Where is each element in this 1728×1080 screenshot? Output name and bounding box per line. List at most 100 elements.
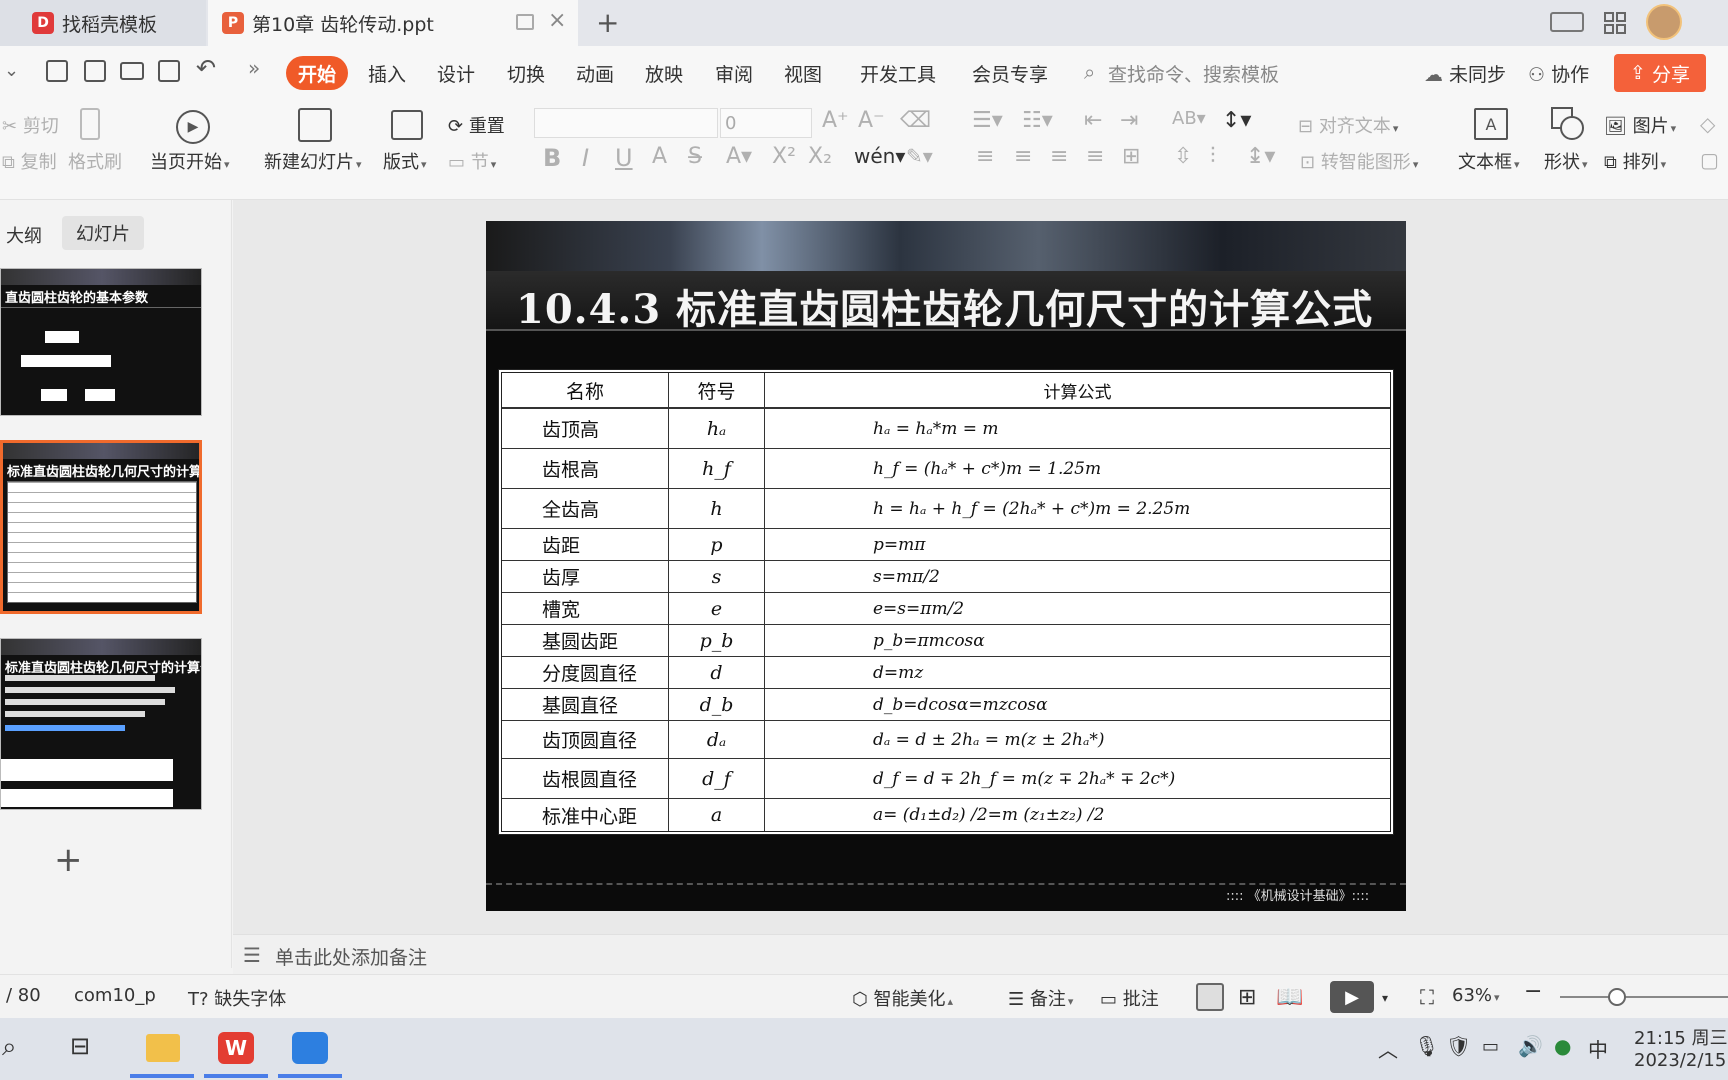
play-slideshow-button[interactable]: ▶ [1330, 981, 1374, 1013]
ime-indicator[interactable]: 中 [1588, 1034, 1608, 1063]
columns-icon[interactable]: ⫶ [1210, 144, 1216, 169]
decrease-indent-icon[interactable]: ⇤ [1084, 108, 1102, 133]
collab-button[interactable]: ⚇ 协作 [1528, 60, 1589, 87]
shrink-font-icon[interactable]: A⁻ [858, 108, 885, 133]
textbox-button[interactable]: 文本框 ▾ [1458, 148, 1520, 174]
fill-icon[interactable]: ◇ [1700, 112, 1715, 136]
sorter-view-icon[interactable]: ⊞ [1238, 985, 1256, 1010]
notes-pane[interactable]: ☰ 单击此处添加备注 [233, 934, 1728, 974]
slides-tab[interactable]: 幻灯片 [62, 216, 144, 250]
close-tab-icon[interactable]: × [548, 8, 566, 33]
reading-view-icon[interactable]: 📖 [1276, 985, 1303, 1010]
reset-button[interactable]: ⟳ 重置 [448, 112, 505, 138]
align-right-icon[interactable]: ≡ [1050, 144, 1068, 169]
tab-presentation[interactable]: P 第10章 齿轮传动.ppt × [208, 0, 578, 46]
user-avatar[interactable] [1646, 4, 1682, 40]
bullet-list-icon[interactable]: ☰▾ [972, 108, 1003, 133]
align-text-button[interactable]: ⊟ 对齐文本 ▾ [1298, 112, 1398, 138]
page-indicator[interactable]: / 80 [6, 985, 41, 1006]
superscript-icon[interactable]: X² [772, 144, 796, 169]
italic-icon[interactable]: I [582, 144, 589, 172]
slide-thumbnail-selected[interactable]: 标准直齿圆柱齿轮几何尺寸的计算公式 [0, 440, 202, 614]
wps-icon[interactable]: W [218, 1032, 254, 1064]
copy-button[interactable]: ⧉ 复制 [2, 148, 57, 174]
menu-developer[interactable]: 开发工具 [860, 60, 936, 87]
text-shadow-icon[interactable]: A [652, 144, 667, 169]
outline-icon[interactable]: ▢ [1700, 148, 1719, 172]
menu-view[interactable]: 视图 [784, 60, 822, 87]
menu-animation[interactable]: 动画 [576, 60, 614, 87]
menu-insert[interactable]: 插入 [368, 60, 406, 87]
preview-icon[interactable] [158, 60, 180, 82]
format-painter-button[interactable]: 格式刷 [68, 148, 122, 174]
zoom-slider-handle[interactable] [1608, 988, 1626, 1006]
text-direction-icon[interactable]: AB▾ [1172, 108, 1206, 129]
notes-toggle-button[interactable]: ☰ 备注 ▾ [1008, 985, 1073, 1011]
normal-view-icon[interactable] [1196, 983, 1224, 1011]
smartart-button[interactable]: ⊡ 转智能图形 ▾ [1300, 148, 1418, 174]
print-icon[interactable] [120, 62, 144, 80]
slide-thumbnail[interactable]: 直齿圆柱齿轮的基本参数 [0, 268, 202, 416]
highlight-icon[interactable]: ✎▾ [906, 144, 933, 168]
shape-button[interactable]: 形状 ▾ [1544, 148, 1588, 174]
task-view-icon[interactable]: ⊟ [70, 1032, 90, 1060]
menu-home[interactable]: 开始 [298, 60, 336, 87]
share-button[interactable]: ⇪ 分享 [1614, 54, 1706, 92]
para-spacing-icon[interactable]: ⇳ [1174, 144, 1192, 169]
play-from-current-button[interactable]: 当页开始 ▾ [150, 148, 230, 174]
zoom-out-icon[interactable]: − [1524, 979, 1542, 1004]
distribute-icon[interactable]: ⊞ [1122, 144, 1140, 169]
export-icon[interactable] [84, 60, 106, 82]
fit-window-icon[interactable]: ⛶ [1420, 985, 1434, 1009]
undo-icon[interactable]: ↶ [196, 54, 216, 82]
align-center-icon[interactable]: ≡ [1014, 144, 1032, 169]
sync-status[interactable]: ☁ 未同步 [1424, 60, 1506, 87]
slide[interactable]: 10.4.3 标准直齿圆柱齿轮几何尺寸的计算公式 名称 符号 计算公式 齿顶高 h… [486, 221, 1406, 911]
zoom-slider-track[interactable] [1560, 996, 1728, 998]
new-slide-button[interactable]: 新建幻灯片 ▾ [264, 148, 362, 174]
layout-button[interactable]: 版式 ▾ [383, 148, 427, 174]
section-button[interactable]: ▭ 节 ▾ [448, 148, 496, 174]
menu-review[interactable]: 审阅 [715, 60, 753, 87]
bold-icon[interactable]: B [543, 144, 561, 172]
beautify-button[interactable]: ⬡ 智能美化 ▴ [852, 985, 953, 1011]
strikethrough-icon[interactable]: S̶ [688, 144, 702, 169]
more-icon[interactable]: » [248, 56, 260, 80]
grid-view-icon[interactable] [1604, 12, 1626, 34]
subscript-icon[interactable]: X₂ [808, 144, 832, 169]
align-left-icon[interactable]: ≡ [976, 144, 994, 169]
file-explorer-icon[interactable] [146, 1034, 180, 1062]
phonetic-guide-icon[interactable]: wén▾ [854, 144, 905, 168]
font-size-select[interactable]: 0 [720, 108, 812, 138]
clock-time[interactable]: 21:15 周三 [1634, 1024, 1728, 1050]
new-tab-button[interactable]: + [596, 6, 619, 39]
outline-tab[interactable]: 大纲 [6, 222, 42, 248]
slide-thumbnail[interactable]: 标准直齿圆柱齿轮几何尺寸的计算公式 [0, 638, 202, 810]
menu-slideshow[interactable]: 放映 [645, 60, 683, 87]
collapse-chevron-icon[interactable]: ⌄ [4, 60, 19, 81]
increase-indent-icon[interactable]: ⇥ [1120, 108, 1138, 133]
clear-format-icon[interactable]: ⌫ [900, 108, 931, 133]
cut-button[interactable]: ✂ 剪切 [2, 112, 59, 138]
comment-button[interactable]: ▭ 批注 [1100, 985, 1159, 1011]
grow-font-icon[interactable]: A⁺ [822, 108, 849, 133]
search-box[interactable]: ⌕ 查找命令、搜索模板 [1082, 58, 1322, 88]
tab-template-store[interactable]: D 找稻壳模板 [0, 0, 206, 46]
menu-design[interactable]: 设计 [437, 60, 475, 87]
layout-toggle-icon[interactable] [1550, 12, 1584, 32]
search-icon[interactable]: ⌕ [2, 1032, 17, 1063]
photos-icon[interactable] [292, 1032, 328, 1064]
microphone-icon[interactable]: 🎙 [1414, 1034, 1439, 1058]
battery-icon[interactable]: ▭ [1482, 1036, 1499, 1057]
play-options-chevron-icon[interactable]: ▾ [1382, 991, 1388, 1005]
underline-icon[interactable]: U [615, 144, 633, 172]
arrange-button[interactable]: ⧉ 排列 ▾ [1604, 148, 1666, 174]
picture-button[interactable]: 🖼 图片 ▾ [1604, 112, 1676, 138]
volume-icon[interactable]: 🔊 [1518, 1034, 1543, 1058]
font-name-select[interactable] [534, 108, 718, 138]
template-name[interactable]: com10_p [74, 985, 156, 1006]
line-spacing2-icon[interactable]: ↨▾ [1246, 144, 1275, 169]
network-status-icon[interactable]: ● [1554, 1034, 1571, 1058]
missing-font-button[interactable]: T? 缺失字体 [188, 985, 286, 1011]
line-spacing-icon[interactable]: ↕▾ [1222, 108, 1251, 133]
